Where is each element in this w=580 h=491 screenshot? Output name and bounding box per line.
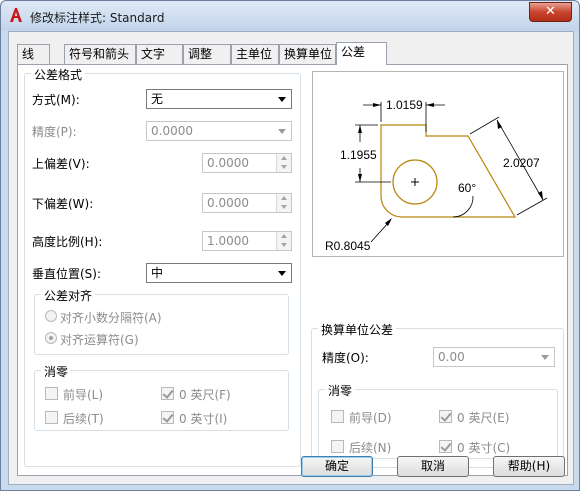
precision-value: 0.0000 xyxy=(151,124,193,138)
align-decimal-label: 对齐小数分隔符(A) xyxy=(60,311,162,325)
spin-up-icon[interactable] xyxy=(276,154,291,163)
dim-left-label: 1.1955 xyxy=(340,148,377,162)
alt-zero-inches-label: 0 英寸(C) xyxy=(457,441,511,455)
zero-inches-checkbox[interactable] xyxy=(161,411,174,424)
precision-label: 精度(P): xyxy=(32,125,77,139)
dialog-window: 修改标注样式: Standard ✕ 线 符号和箭头 文字 调整 主单位 换算单… xyxy=(0,0,580,491)
alt-leading-label: 前导(D) xyxy=(349,411,392,425)
lower-value-stepper[interactable]: 0.0000 xyxy=(202,193,292,213)
tolerance-alignment-title: 公差对齐 xyxy=(41,287,96,304)
zero-feet-label: 0 英尺(F) xyxy=(179,388,231,402)
method-value: 无 xyxy=(151,92,164,106)
align-decimal-radio[interactable] xyxy=(45,310,57,322)
alternate-unit-tolerance-title: 换算单位公差 xyxy=(318,321,397,338)
zero-feet-checkbox[interactable] xyxy=(161,387,174,400)
spin-up-icon[interactable] xyxy=(276,194,291,203)
tolerances-panel: 公差格式 方式(M): 无 精度(P): 0.0000 上偏差(V): 0.00… xyxy=(17,64,568,476)
spin-up-icon[interactable] xyxy=(276,232,291,241)
dimension-preview: 1.0159 1.1955 2.0207 60° R0.8045 xyxy=(312,71,564,257)
method-label: 方式(M): xyxy=(32,93,80,107)
chevron-down-icon xyxy=(274,122,291,140)
precision-select[interactable]: 0.0000 xyxy=(146,121,292,141)
preview-drawing: 1.0159 1.1955 2.0207 60° R0.8045 xyxy=(325,98,548,253)
leading-label: 前导(L) xyxy=(63,388,104,402)
cancel-button[interactable]: 取消 xyxy=(397,456,469,477)
vertical-position-select[interactable]: 中 xyxy=(146,263,292,283)
vertical-position-value: 中 xyxy=(151,266,164,280)
upper-value: 0.0000 xyxy=(207,156,249,170)
spin-down-icon[interactable] xyxy=(276,241,291,250)
trailing-checkbox[interactable] xyxy=(45,411,58,424)
tab-alternate-units[interactable]: 换算单位 xyxy=(279,44,336,64)
spin-down-icon[interactable] xyxy=(276,203,291,212)
upper-value-stepper[interactable]: 0.0000 xyxy=(202,153,292,173)
alt-zero-feet-checkbox[interactable] xyxy=(439,410,452,423)
tab-fit[interactable]: 调整 xyxy=(183,44,231,64)
dim-right-label: 2.0207 xyxy=(503,156,540,170)
radius-label: R0.8045 xyxy=(325,239,371,253)
tab-tolerances[interactable]: 公差 xyxy=(336,42,387,65)
autocad-logo-icon xyxy=(10,8,22,22)
height-scale-value: 1.0000 xyxy=(207,234,249,248)
window-title: 修改标注样式: Standard xyxy=(30,11,165,25)
dialog-body: 线 符号和箭头 文字 调整 主单位 换算单位 公差 公差格式 方式(M): 无 … xyxy=(8,31,574,485)
leading-checkbox[interactable] xyxy=(45,387,58,400)
alt-precision-select[interactable]: 0.00 xyxy=(433,347,555,367)
alt-zero-inches-checkbox[interactable] xyxy=(439,440,452,453)
alt-leading-checkbox[interactable] xyxy=(331,410,344,423)
alt-trailing-label: 后续(N) xyxy=(349,441,392,455)
ok-button[interactable]: 确定 xyxy=(301,456,373,477)
lower-value-label: 下偏差(W): xyxy=(32,197,94,211)
lower-value: 0.0000 xyxy=(207,196,249,210)
tab-text[interactable]: 文字 xyxy=(136,44,183,64)
trailing-label: 后续(T) xyxy=(63,412,104,426)
title-bar[interactable]: 修改标注样式: Standard ✕ xyxy=(1,1,579,31)
preview-part-outline xyxy=(380,124,517,218)
dim-top-label: 1.0159 xyxy=(386,98,423,112)
chevron-down-icon xyxy=(274,90,291,108)
alt-precision-value: 0.00 xyxy=(438,350,465,364)
alt-zero-feet-label: 0 英尺(E) xyxy=(457,411,510,425)
align-operator-radio[interactable] xyxy=(45,332,57,344)
tab-symbols-arrows[interactable]: 符号和箭头 xyxy=(64,44,136,64)
upper-value-label: 上偏差(V): xyxy=(32,157,90,171)
tolerance-format-title: 公差格式 xyxy=(31,66,86,83)
alt-trailing-checkbox[interactable] xyxy=(331,440,344,453)
zero-inches-label: 0 英寸(I) xyxy=(179,412,228,426)
chevron-down-icon xyxy=(274,264,291,282)
align-operator-label: 对齐运算符(G) xyxy=(60,333,139,347)
height-scale-stepper[interactable]: 1.0000 xyxy=(202,231,292,251)
zero-suppression-title: 消零 xyxy=(41,363,72,380)
alt-precision-label: 精度(O): xyxy=(322,351,369,365)
close-button[interactable]: ✕ xyxy=(529,2,572,22)
tab-lines[interactable]: 线 xyxy=(17,44,50,64)
chevron-down-icon xyxy=(537,348,554,366)
alt-zero-suppression-title: 消零 xyxy=(325,382,356,399)
tab-primary-units[interactable]: 主单位 xyxy=(231,44,279,64)
spin-down-icon[interactable] xyxy=(276,163,291,172)
angle-label: 60° xyxy=(458,181,476,195)
height-scale-label: 高度比例(H): xyxy=(32,235,103,249)
help-button[interactable]: 帮助(H) xyxy=(493,456,565,477)
vertical-position-label: 垂直位置(S): xyxy=(32,267,102,281)
method-select[interactable]: 无 xyxy=(146,89,292,109)
